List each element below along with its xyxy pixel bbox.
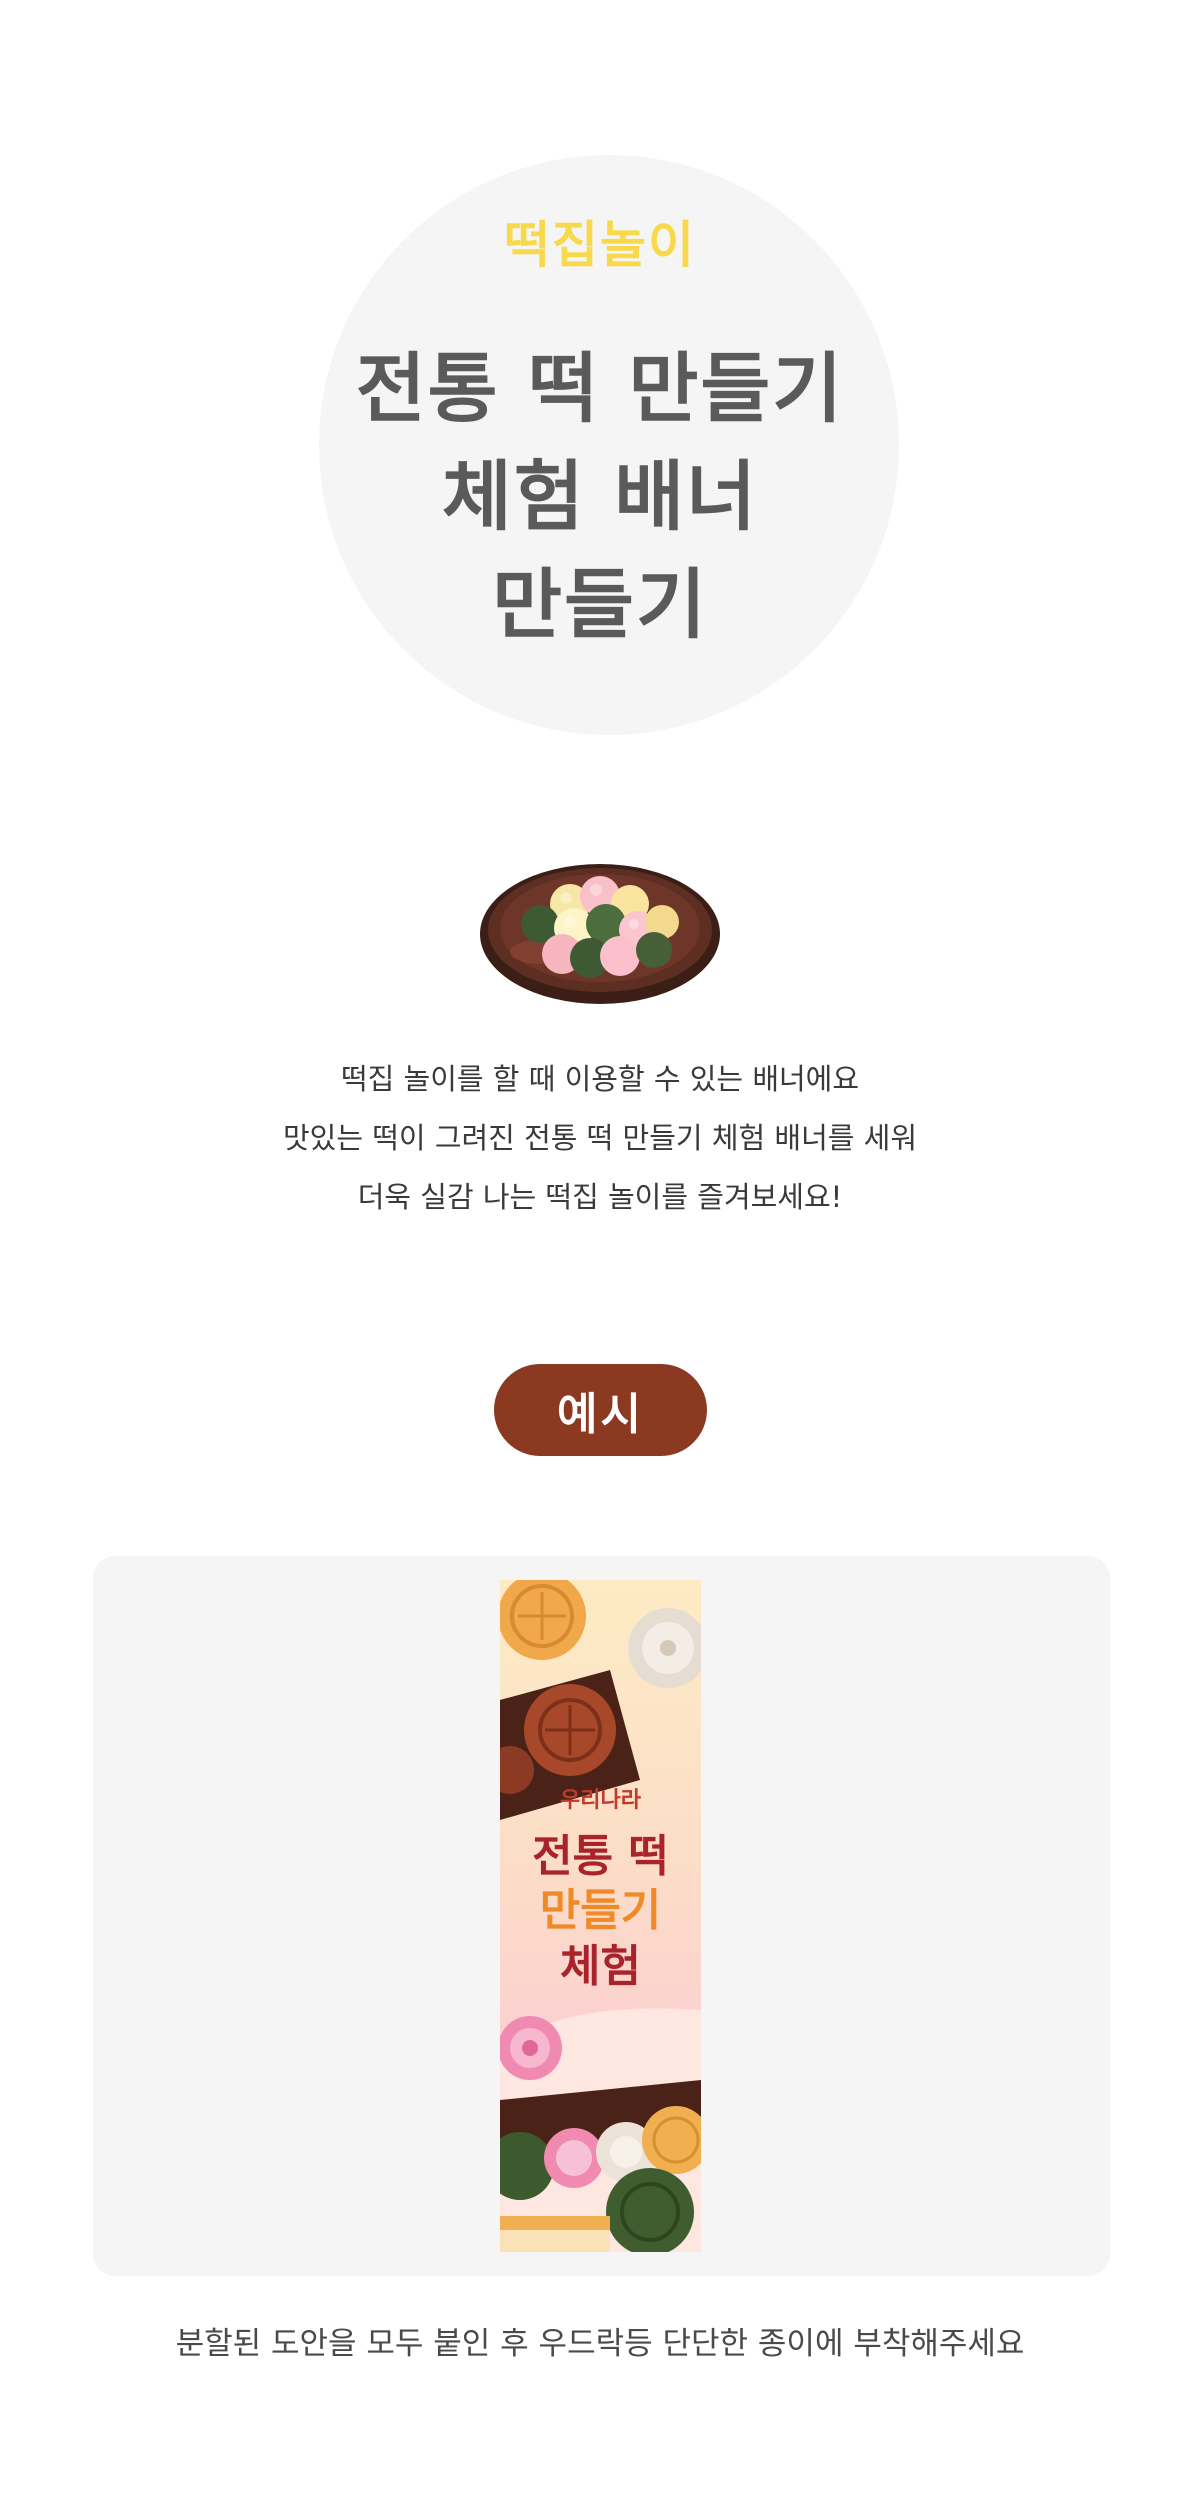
banner-kicker: 우리나라 <box>560 1788 641 1813</box>
hero-title-line: 체험 배너 <box>441 452 759 541</box>
banner-preview: 우리나라 전통 떡 만들기 체험 <box>500 1580 701 2252</box>
hero-subtitle: 떡집놀이 <box>504 216 696 274</box>
banner-line-3: 체험 <box>560 1941 641 1992</box>
description-line: 맛있는 떡이 그려진 전통 떡 만들기 체험 배너를 세워 <box>282 1121 918 1155</box>
hero-title-line: 만들기 <box>492 560 708 649</box>
rice-cake-plate-illustration <box>478 852 722 1006</box>
footer-note: 분할된 도안을 모두 붙인 후 우드락등 단단한 종이에 부착해주세요 <box>175 2326 1025 2362</box>
hero-title: 전통 떡 만들기 체험 배너 만들기 <box>0 335 1200 659</box>
banner-line-2: 만들기 <box>539 1885 662 1936</box>
description-line: 떡집 놀이를 할 때 이용할 수 있는 배너에요 <box>340 1062 860 1096</box>
description: 떡집 놀이를 할 때 이용할 수 있는 배너에요 맛있는 떡이 그려진 전통 떡… <box>0 1050 1200 1227</box>
example-badge: 예시 <box>494 1364 707 1456</box>
description-line: 더욱 실감 나는 떡집 놀이를 즐겨보세요! <box>357 1180 843 1214</box>
hero-title-line: 전통 떡 만들기 <box>355 344 845 433</box>
